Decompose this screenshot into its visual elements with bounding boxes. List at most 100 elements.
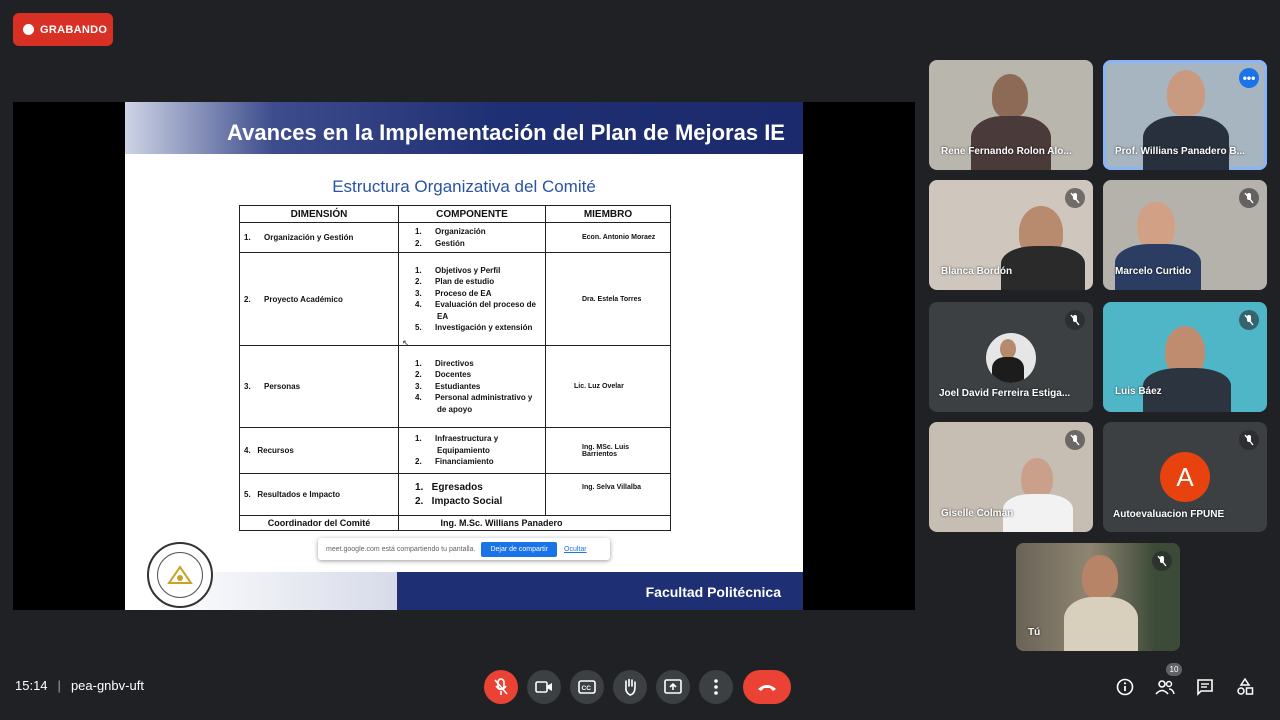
mouse-cursor-icon: ↖	[402, 338, 410, 348]
table-row: 1. Organización y Gestión 1. Organizació…	[239, 222, 671, 253]
presentation-stage: Avances en la Implementación del Plan de…	[13, 102, 915, 610]
participant-name: Luis Báez	[1115, 386, 1162, 397]
participant-name: Rene Fernando Rolon Alo...	[941, 146, 1072, 157]
participant-tile-active[interactable]: ••• Prof. Willians Panadero B...	[1103, 60, 1267, 170]
more-options-button[interactable]	[699, 670, 733, 704]
participant-name: Giselle Colman	[941, 508, 1014, 519]
dimension-cell: 3. Personas	[239, 345, 399, 428]
present-screen-button[interactable]	[656, 670, 690, 704]
component-item: 4. Personal administrativo y de apoyo	[415, 393, 535, 414]
component-cell: 1. Objetivos y Perfil 2. Plan de estudio…	[398, 252, 546, 346]
more-vert-icon	[714, 679, 718, 695]
table-row: 2. Proyecto Académico 1. Objetivos y Per…	[239, 252, 671, 346]
share-message: meet.google.com está compartiendo tu pan…	[326, 545, 476, 553]
participant-tile[interactable]: Luis Báez	[1103, 302, 1267, 412]
raise-hand-button[interactable]	[613, 670, 647, 704]
table-footer-row: Coordinador del Comité Ing. M.Sc. Willia…	[239, 515, 671, 531]
header-member: MIEMBRO	[545, 205, 671, 223]
mic-off-icon	[1239, 430, 1259, 450]
camera-toggle-button[interactable]	[527, 670, 561, 704]
participant-tile[interactable]: Giselle Colman	[929, 422, 1093, 532]
component-item: 2. Docentes	[415, 370, 472, 380]
member-cell: Econ. Antonio Moraez	[545, 222, 671, 253]
component-item: 4. Evaluación del proceso de EA	[415, 300, 539, 321]
member-cell: Ing. MSc. Luis Barrientos	[545, 427, 671, 474]
end-call-button[interactable]	[743, 670, 791, 704]
meeting-code: pea-gnbv-uft	[70, 678, 144, 693]
table-header-row: DIMENSIÓN COMPONENTE MIEMBRO	[239, 205, 671, 223]
current-time: 15:14	[15, 678, 48, 693]
mic-toggle-button[interactable]	[484, 670, 518, 704]
participant-tile[interactable]: Blanca Bordón	[929, 180, 1093, 290]
mic-off-icon	[1065, 188, 1085, 208]
component-item: 1. Infraestructura y Equipamiento	[415, 434, 501, 455]
participant-name: Joel David Ferreira Estiga...	[939, 388, 1071, 399]
component-item: 2. Financiamiento	[415, 457, 494, 467]
avatar	[986, 333, 1036, 383]
participant-tile[interactable]: Rene Fernando Rolon Alo...	[929, 60, 1093, 170]
slide-subtitle: Estructura Organizativa del Comité	[332, 177, 596, 196]
mic-off-icon	[1065, 310, 1085, 330]
present-screen-icon	[664, 679, 682, 694]
activities-button[interactable]	[1234, 676, 1256, 698]
chat-button[interactable]	[1194, 676, 1216, 698]
participant-name: Tú	[1028, 627, 1041, 638]
divider: |	[57, 678, 61, 693]
component-cell: 1. Infraestructura y Equipamiento 2. Fin…	[398, 427, 546, 474]
member-cell: Dra. Estela Torres	[545, 252, 671, 346]
component-cell: 1. Organización 2. Gestión	[398, 222, 546, 253]
header-dimension: DIMENSIÓN	[239, 205, 399, 223]
component-item: 1. Objetivos y Perfil	[415, 265, 501, 275]
component-item: 3. Proceso de EA	[415, 288, 492, 298]
recording-label: GRABANDO	[40, 23, 108, 36]
participant-tile[interactable]: A Autoevaluacion FPUNE	[1103, 422, 1267, 532]
svg-text:CC: CC	[582, 685, 592, 692]
participant-name: Prof. Willians Panadero B...	[1115, 146, 1245, 157]
participant-tile[interactable]: Marcelo Curtido	[1103, 180, 1267, 290]
committee-table: DIMENSIÓN COMPONENTE MIEMBRO 1. Organiza…	[239, 205, 671, 531]
stop-sharing-button[interactable]: Dejar de compartir	[481, 541, 558, 557]
people-button[interactable]	[1154, 676, 1176, 698]
recording-badge: GRABANDO	[13, 13, 113, 46]
dimension-cell: 4. Recursos	[239, 427, 399, 474]
meeting-info: 15:14 | pea-gnbv-uft	[15, 678, 144, 693]
info-icon	[1116, 678, 1134, 696]
camera-icon	[535, 681, 552, 693]
coordinator-label: Coordinador del Comité	[239, 515, 399, 531]
phone-hangup-icon	[758, 685, 776, 691]
dimension-cell: 1. Organización y Gestión	[239, 222, 399, 253]
dimension-cell: 2. Proyecto Académico	[239, 252, 399, 346]
participant-count-badge: 10	[1166, 663, 1182, 676]
closed-captions-icon: CC	[578, 680, 596, 694]
component-item: 2. Gestión	[415, 238, 465, 248]
component-item: 3. Estudiantes	[415, 381, 481, 391]
chat-icon	[1197, 679, 1213, 696]
captions-button[interactable]: CC	[570, 670, 604, 704]
people-icon	[1155, 680, 1175, 695]
screen-share-notification: meet.google.com está compartiendo tu pan…	[318, 538, 610, 560]
hide-button[interactable]: Ocultar	[564, 546, 587, 553]
participant-tile[interactable]: Joel David Ferreira Estiga...	[929, 302, 1093, 412]
university-seal-icon	[147, 542, 213, 608]
mic-off-icon	[1239, 188, 1259, 208]
activities-icon	[1237, 678, 1254, 695]
shared-slide: Avances en la Implementación del Plan de…	[125, 102, 803, 610]
hand-icon	[625, 678, 636, 696]
self-view-tile[interactable]: Tú	[1016, 543, 1180, 651]
component-item: 1. Directivos	[415, 358, 474, 368]
table-row: 3. Personas 1. Directivos 2. Docentes 3.…	[239, 345, 671, 428]
mic-off-icon	[494, 678, 508, 695]
meeting-details-button[interactable]	[1114, 676, 1136, 698]
component-item: 1. Organización	[415, 227, 486, 236]
avatar: A	[1160, 452, 1210, 502]
member-cell: Lic. Luz Ovelar	[545, 345, 671, 428]
header-component: COMPONENTE	[398, 205, 546, 223]
participant-name: Autoevaluacion FPUNE	[1113, 509, 1225, 520]
component-item: 2. Plan de estudio	[415, 277, 495, 286]
member-cell: Ing. Selva Villalba	[545, 473, 671, 516]
slide-title: Avances en la Implementación del Plan de…	[227, 120, 785, 145]
more-options-icon[interactable]: •••	[1239, 68, 1259, 88]
mic-off-icon	[1065, 430, 1085, 450]
table-row: 5. Resultados e Impacto 1. Egresados 2. …	[239, 473, 671, 516]
participant-name: Blanca Bordón	[941, 266, 1013, 277]
